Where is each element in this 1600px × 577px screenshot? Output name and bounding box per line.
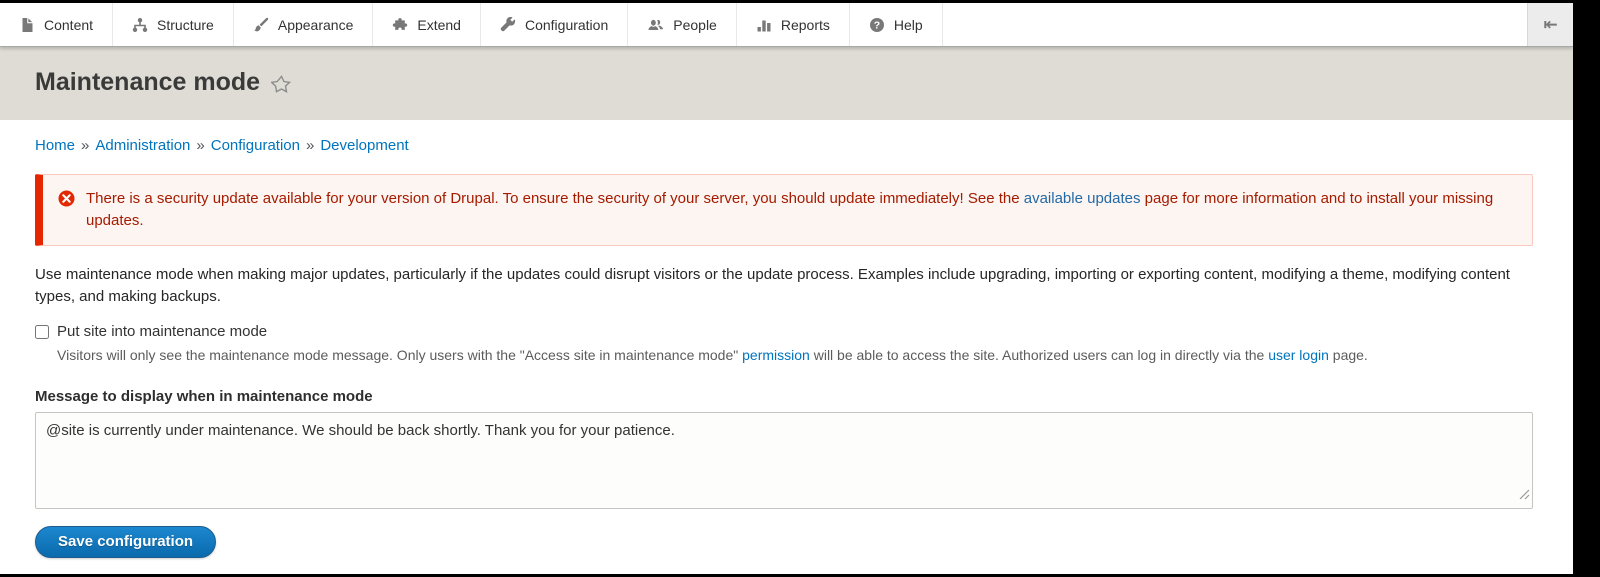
user-login-link[interactable]: user login — [1268, 347, 1329, 363]
toolbar-item-label: Appearance — [278, 17, 354, 33]
maintenance-mode-checkbox-label[interactable]: Put site into maintenance mode — [57, 323, 267, 340]
toolbar-item-extend[interactable]: Extend — [373, 3, 481, 46]
breadcrumb-development[interactable]: Development — [320, 137, 408, 154]
form-actions: Save configuration — [35, 526, 1538, 558]
breadcrumb-separator: » — [306, 137, 314, 154]
page-header-band: Maintenance mode — [0, 47, 1573, 120]
save-configuration-button[interactable]: Save configuration — [35, 526, 216, 558]
toolbar-item-label: People — [673, 17, 717, 33]
toolbar-item-structure[interactable]: Structure — [113, 3, 234, 46]
dock-left-icon: ⇤ — [1543, 15, 1557, 35]
toolbar-item-label: Reports — [781, 17, 830, 33]
page-title: Maintenance mode — [35, 68, 260, 97]
svg-text:?: ? — [874, 19, 880, 31]
toolbar-spacer — [943, 3, 1527, 46]
toolbar-item-help[interactable]: ? Help — [850, 3, 943, 46]
error-text: There is a security update available for… — [86, 188, 1517, 232]
toolbar-item-configuration[interactable]: Configuration — [481, 3, 628, 46]
maintenance-message-textarea[interactable]: @site is currently under maintenance. We… — [35, 412, 1533, 509]
toolbar-orientation-toggle[interactable]: ⇤ — [1527, 3, 1573, 46]
toolbar-item-appearance[interactable]: Appearance — [234, 3, 374, 46]
puzzle-icon — [392, 17, 408, 33]
breadcrumb-separator: » — [81, 137, 89, 154]
bar-chart-icon — [756, 17, 772, 33]
maintenance-mode-checkbox[interactable] — [35, 325, 49, 339]
wrench-icon — [500, 17, 516, 33]
sitemap-icon — [132, 17, 148, 33]
toolbar-item-label: Extend — [417, 17, 461, 33]
paintbrush-icon — [253, 17, 269, 33]
toolbar-item-reports[interactable]: Reports — [737, 3, 850, 46]
toolbar-item-label: Content — [44, 17, 93, 33]
shortcut-star-icon[interactable] — [271, 71, 292, 95]
breadcrumb-configuration[interactable]: Configuration — [211, 137, 300, 154]
maintenance-mode-checkbox-row: Put site into maintenance mode — [35, 323, 1538, 340]
admin-toolbar: Content Structure Appearance Extend Conf… — [0, 3, 1573, 47]
message-field-wrap: @site is currently under maintenance. We… — [35, 412, 1533, 509]
breadcrumb: Home » Administration » Configuration » Develo… — [0, 120, 1573, 154]
breadcrumb-home[interactable]: Home — [35, 137, 75, 154]
maintenance-mode-description: Visitors will only see the maintenance m… — [57, 345, 1533, 365]
breadcrumb-administration[interactable]: Administration — [95, 137, 190, 154]
error-message: There is a security update available for… — [35, 174, 1533, 246]
message-field-label: Message to display when in maintenance m… — [35, 388, 1538, 405]
error-icon — [58, 190, 75, 232]
breadcrumb-separator: » — [196, 137, 204, 154]
page: Content Structure Appearance Extend Conf… — [0, 3, 1573, 574]
file-icon — [19, 17, 35, 33]
permission-link[interactable]: permission — [742, 347, 810, 363]
people-icon — [647, 17, 664, 33]
toolbar-item-content[interactable]: Content — [0, 3, 113, 46]
toolbar-item-label: Structure — [157, 17, 214, 33]
toolbar-item-label: Configuration — [525, 17, 608, 33]
toolbar-item-people[interactable]: People — [628, 3, 737, 46]
intro-text: Use maintenance mode when making major u… — [35, 264, 1533, 308]
available-updates-link[interactable]: available updates — [1024, 190, 1141, 207]
help-icon: ? — [869, 17, 885, 33]
toolbar-item-label: Help — [894, 17, 923, 33]
